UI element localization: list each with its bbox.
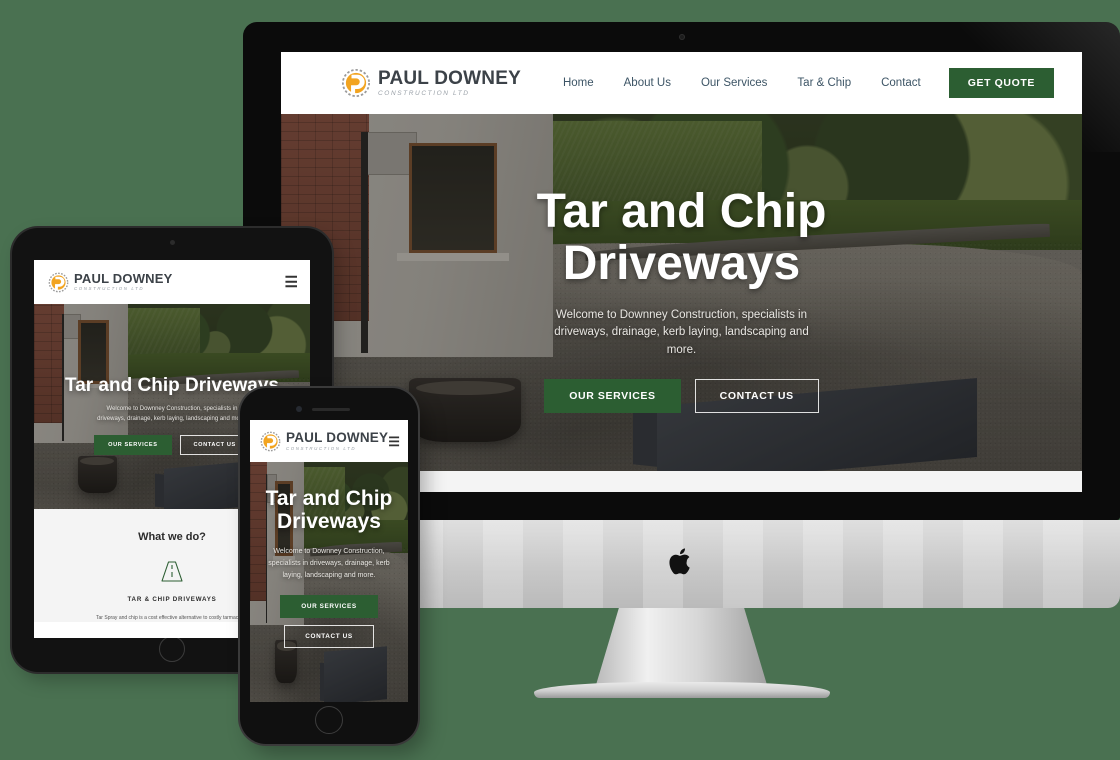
logo-tagline: CONSTRUCTION LTD [286, 445, 357, 451]
imac-stand-base [533, 682, 830, 698]
our-services-button[interactable]: OUR SERVICES [280, 595, 378, 619]
desktop-nav-links: Home About Us Our Services Tar & Chip Co… [533, 68, 1054, 98]
road-driveway-icon [161, 561, 183, 582]
logo-text: PAUL DOWNEY CONSTRUCTION LTD [286, 431, 388, 451]
imac-stand-neck [594, 608, 769, 690]
phone-website: PAUL DOWNEY CONSTRUCTION LTD ☰ Tar and C… [250, 420, 408, 702]
logo-tagline: CONSTRUCTION LTD [74, 286, 145, 292]
our-services-button[interactable]: OUR SERVICES [94, 435, 172, 456]
nav-link-contact[interactable]: Contact [881, 77, 921, 89]
nav-link-tar-and-chip[interactable]: Tar & Chip [797, 77, 851, 89]
logo-tagline: CONSTRUCTION LTD [378, 89, 470, 97]
gear-d-logo-icon [48, 272, 69, 293]
phone-navbar: PAUL DOWNEY CONSTRUCTION LTD ☰ [250, 420, 408, 462]
our-services-button[interactable]: OUR SERVICES [544, 379, 681, 414]
contact-us-button[interactable]: CONTACT US [694, 379, 819, 414]
hero-buttons: OUR SERVICES CONTACT US [544, 379, 819, 414]
home-button[interactable] [159, 636, 185, 662]
earpiece-speaker [312, 408, 350, 411]
iphone-device: PAUL DOWNEY CONSTRUCTION LTD ☰ Tar and C… [240, 388, 418, 744]
logo-text: PAUL DOWNEY CONSTRUCTION LTD [74, 272, 173, 291]
hamburger-menu-icon[interactable]: ☰ [388, 435, 400, 448]
gear-d-logo-icon [260, 431, 281, 452]
contact-us-button[interactable]: CONTACT US [284, 625, 374, 649]
logo-text: PAUL DOWNEY CONSTRUCTION LTD [378, 69, 521, 98]
apple-logo-icon [668, 548, 690, 575]
nav-link-about-us[interactable]: About Us [624, 77, 671, 89]
desktop-navbar: PAUL DOWNEY CONSTRUCTION LTD Home About … [281, 52, 1082, 114]
hero-buttons: OUR SERVICES CONTACT US [94, 435, 250, 456]
hero-subtitle: Welcome to Downney Construction, special… [97, 406, 247, 422]
get-quote-button[interactable]: GET QUOTE [948, 68, 1054, 98]
site-logo[interactable]: PAUL DOWNEY CONSTRUCTION LTD [48, 272, 173, 293]
webcam-icon [678, 34, 685, 40]
hero-title-line1: Tar and Chip [265, 487, 393, 510]
hero-title-line2: Driveways [277, 509, 381, 533]
logo-name: PAUL DOWNEY [286, 430, 389, 446]
nav-link-home[interactable]: Home [563, 77, 594, 89]
home-button[interactable] [315, 706, 343, 734]
phone-viewport: PAUL DOWNEY CONSTRUCTION LTD ☰ Tar and C… [250, 420, 408, 702]
gear-d-logo-icon [341, 68, 371, 98]
hero-subtitle: Welcome to Downney Construction, special… [554, 308, 809, 357]
hero-content: Tar and Chip Driveways Welcome to Downne… [250, 462, 408, 702]
hero-title-line2: Driveways [562, 236, 801, 290]
front-camera-icon [169, 240, 175, 245]
site-logo[interactable]: PAUL DOWNEY CONSTRUCTION LTD [341, 68, 521, 98]
logo-name: PAUL DOWNEY [378, 67, 521, 89]
front-camera-icon [296, 406, 302, 412]
hero-buttons: OUR SERVICES CONTACT US [280, 595, 378, 649]
hero-subtitle: Welcome to Downney Construction, special… [268, 548, 390, 580]
site-logo[interactable]: PAUL DOWNEY CONSTRUCTION LTD [260, 431, 388, 452]
hamburger-menu-icon[interactable]: ☰ [285, 275, 298, 290]
tablet-navbar: PAUL DOWNEY CONSTRUCTION LTD ☰ [34, 260, 310, 304]
hero-title-line1: Tar and Chip [536, 184, 827, 238]
mockup-stage: PAUL DOWNEY CONSTRUCTION LTD Home About … [0, 0, 1120, 760]
logo-name: PAUL DOWNEY [74, 271, 173, 287]
nav-link-our-services[interactable]: Our Services [701, 77, 767, 89]
phone-hero: Tar and Chip Driveways Welcome to Downne… [250, 462, 408, 702]
